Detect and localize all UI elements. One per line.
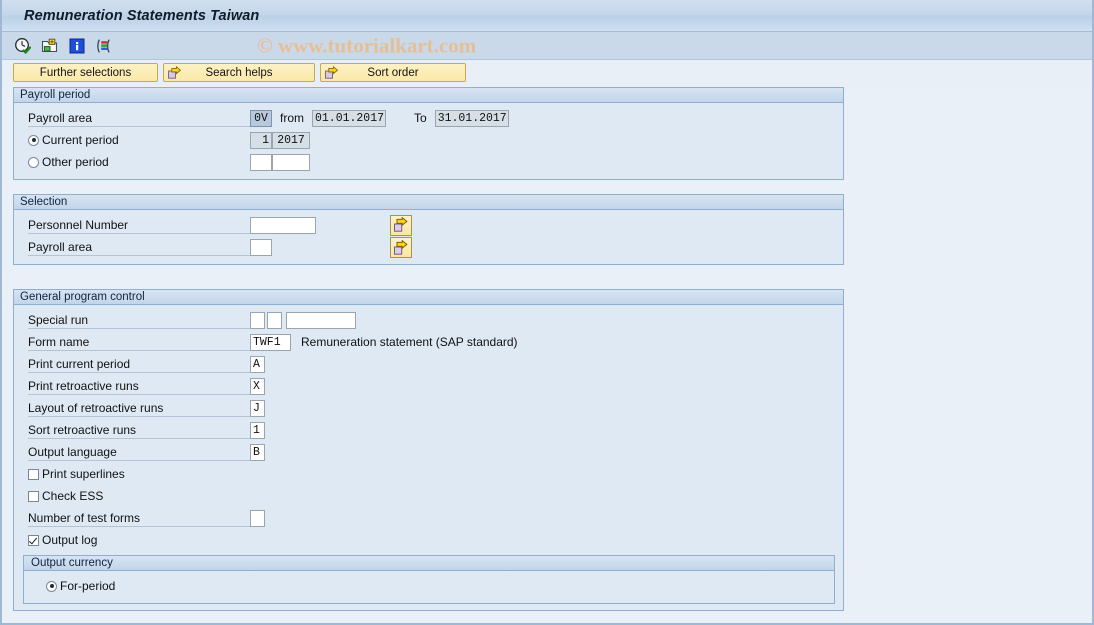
other-period-number[interactable] <box>250 153 272 171</box>
general-program-control-panel: General program control Special run Form… <box>13 289 844 611</box>
period-to-date[interactable]: 31.01.2017 <box>434 109 509 127</box>
variant-bars-icon[interactable] <box>94 36 114 56</box>
sort-retroactive-runs-label: Sort retroactive runs <box>28 422 250 439</box>
special-run-input-2[interactable] <box>267 311 282 329</box>
execute-clock-icon[interactable] <box>13 36 33 56</box>
payroll-area-selection-input[interactable] <box>250 238 272 256</box>
payroll-area-label: Payroll area <box>28 110 250 127</box>
special-run-row: Special run <box>14 309 843 331</box>
current-period-radio[interactable] <box>28 134 39 146</box>
print-superlines-checkbox[interactable] <box>28 468 39 480</box>
print-current-period-input[interactable]: A <box>250 355 265 373</box>
number-of-test-forms-input[interactable] <box>250 509 265 527</box>
payroll-area-multi-select-button[interactable] <box>390 237 412 258</box>
print-superlines-label: Print superlines <box>42 467 125 481</box>
general-program-control-header: General program control <box>14 290 843 305</box>
panel-spacer <box>2 180 1092 193</box>
window-titlebar: Remuneration Statements Taiwan <box>2 0 1092 32</box>
current-period-row: Current period 1 2017 <box>14 129 843 151</box>
personnel-number-label: Personnel Number <box>28 217 250 234</box>
for-period-radio[interactable] <box>46 580 57 592</box>
form-name-description: Remuneration statement (SAP standard) <box>301 335 518 349</box>
personnel-number-multi-select-button[interactable] <box>390 214 412 236</box>
other-period-radio[interactable] <box>28 156 39 168</box>
sort-retroactive-runs-input[interactable]: 1 <box>250 421 265 439</box>
output-log-row[interactable]: Output log <box>14 529 843 551</box>
layout-retroactive-runs-row: Layout of retroactive runs J <box>14 397 843 419</box>
form-name-row: Form name TWF1 Remuneration statement (S… <box>14 331 843 353</box>
from-label: from <box>280 111 304 125</box>
check-ess-label: Check ESS <box>42 489 104 503</box>
application-toolbar: © www.tutorialkart.com <box>2 32 1092 60</box>
info-icon[interactable] <box>67 36 87 56</box>
site-watermark: © www.tutorialkart.com <box>257 33 477 57</box>
general-program-control-body: Special run Form name TWF1 Remuneration … <box>14 305 843 610</box>
form-name-input[interactable]: TWF1 <box>250 333 291 351</box>
special-run-label: Special run <box>28 312 250 329</box>
output-log-label: Output log <box>42 533 98 547</box>
check-ess-checkbox[interactable] <box>28 490 39 502</box>
search-helps-label: Search helps <box>205 66 273 79</box>
print-current-period-row: Print current period A <box>14 353 843 375</box>
form-name-label: Form name <box>28 334 250 351</box>
period-from-date[interactable]: 01.01.2017 <box>312 109 386 127</box>
personnel-number-input[interactable] <box>250 216 316 234</box>
selection-header: Selection <box>14 195 843 210</box>
panel-spacer-2 <box>2 265 1092 288</box>
selection-body: Personnel Number Payroll area <box>14 210 843 264</box>
selection-panel: Selection Personnel Number Payroll area <box>13 194 844 265</box>
personnel-number-row: Personnel Number <box>14 214 843 236</box>
payroll-area-row: Payroll area 0V from 01.01.2017 To 31.01… <box>14 107 843 129</box>
output-currency-panel: Output currency For-period <box>23 555 835 604</box>
print-retroactive-runs-input[interactable]: X <box>250 377 265 395</box>
print-current-period-label: Print current period <box>28 356 250 373</box>
output-language-row: Output language B <box>14 441 843 463</box>
execute-background-icon[interactable] <box>40 36 60 56</box>
payroll-period-panel: Payroll period Payroll area 0V from 01.0… <box>13 87 844 180</box>
sort-order-button[interactable]: Sort order <box>320 63 466 82</box>
payroll-area-value[interactable]: 0V <box>250 109 272 127</box>
output-language-label: Output language <box>28 444 250 461</box>
other-period-label: Other period <box>42 155 109 169</box>
payroll-period-header: Payroll period <box>14 88 843 103</box>
sort-retroactive-runs-row: Sort retroactive runs 1 <box>14 419 843 441</box>
layout-retroactive-runs-label: Layout of retroactive runs <box>28 400 250 417</box>
print-retroactive-runs-row: Print retroactive runs X <box>14 375 843 397</box>
page-title: Remuneration Statements Taiwan <box>24 7 260 24</box>
special-run-input-3[interactable] <box>286 311 356 329</box>
output-currency-header: Output currency <box>24 556 834 571</box>
other-period-year[interactable] <box>272 153 310 171</box>
current-period-number[interactable]: 1 <box>250 131 272 149</box>
output-currency-body: For-period <box>24 571 834 603</box>
further-selections-button[interactable]: Further selections <box>13 63 158 82</box>
number-of-test-forms-row: Number of test forms <box>14 507 843 529</box>
sort-order-label: Sort order <box>367 66 419 79</box>
payroll-area-selection-row: Payroll area <box>14 236 843 258</box>
check-ess-row[interactable]: Check ESS <box>14 485 843 507</box>
print-retroactive-runs-label: Print retroactive runs <box>28 378 250 395</box>
for-period-row[interactable]: For-period <box>24 575 834 597</box>
output-language-input[interactable]: B <box>250 443 265 461</box>
current-period-option[interactable]: Current period <box>28 132 250 149</box>
arrow-right-icon <box>324 65 339 80</box>
current-period-year[interactable]: 2017 <box>272 131 310 149</box>
further-selections-label: Further selections <box>39 66 132 79</box>
payroll-period-body: Payroll area 0V from 01.01.2017 To 31.01… <box>14 103 843 179</box>
arrow-right-icon <box>167 65 182 80</box>
special-run-input-1[interactable] <box>250 311 265 329</box>
search-helps-button[interactable]: Search helps <box>163 63 315 82</box>
to-label: To <box>414 111 427 125</box>
print-superlines-row[interactable]: Print superlines <box>14 463 843 485</box>
output-log-checkbox[interactable] <box>28 534 39 546</box>
sap-application-window: Remuneration Statements Taiwan © www.tut… <box>0 0 1094 625</box>
payroll-area-selection-label: Payroll area <box>28 239 250 256</box>
number-of-test-forms-label: Number of test forms <box>28 510 250 527</box>
current-period-label: Current period <box>42 133 119 147</box>
other-period-row: Other period <box>14 151 843 173</box>
layout-retroactive-runs-input[interactable]: J <box>250 399 265 417</box>
for-period-label: For-period <box>60 579 116 593</box>
other-period-option[interactable]: Other period <box>28 154 250 171</box>
selection-button-row: Further selections Search helps Sort ord… <box>2 60 1092 86</box>
